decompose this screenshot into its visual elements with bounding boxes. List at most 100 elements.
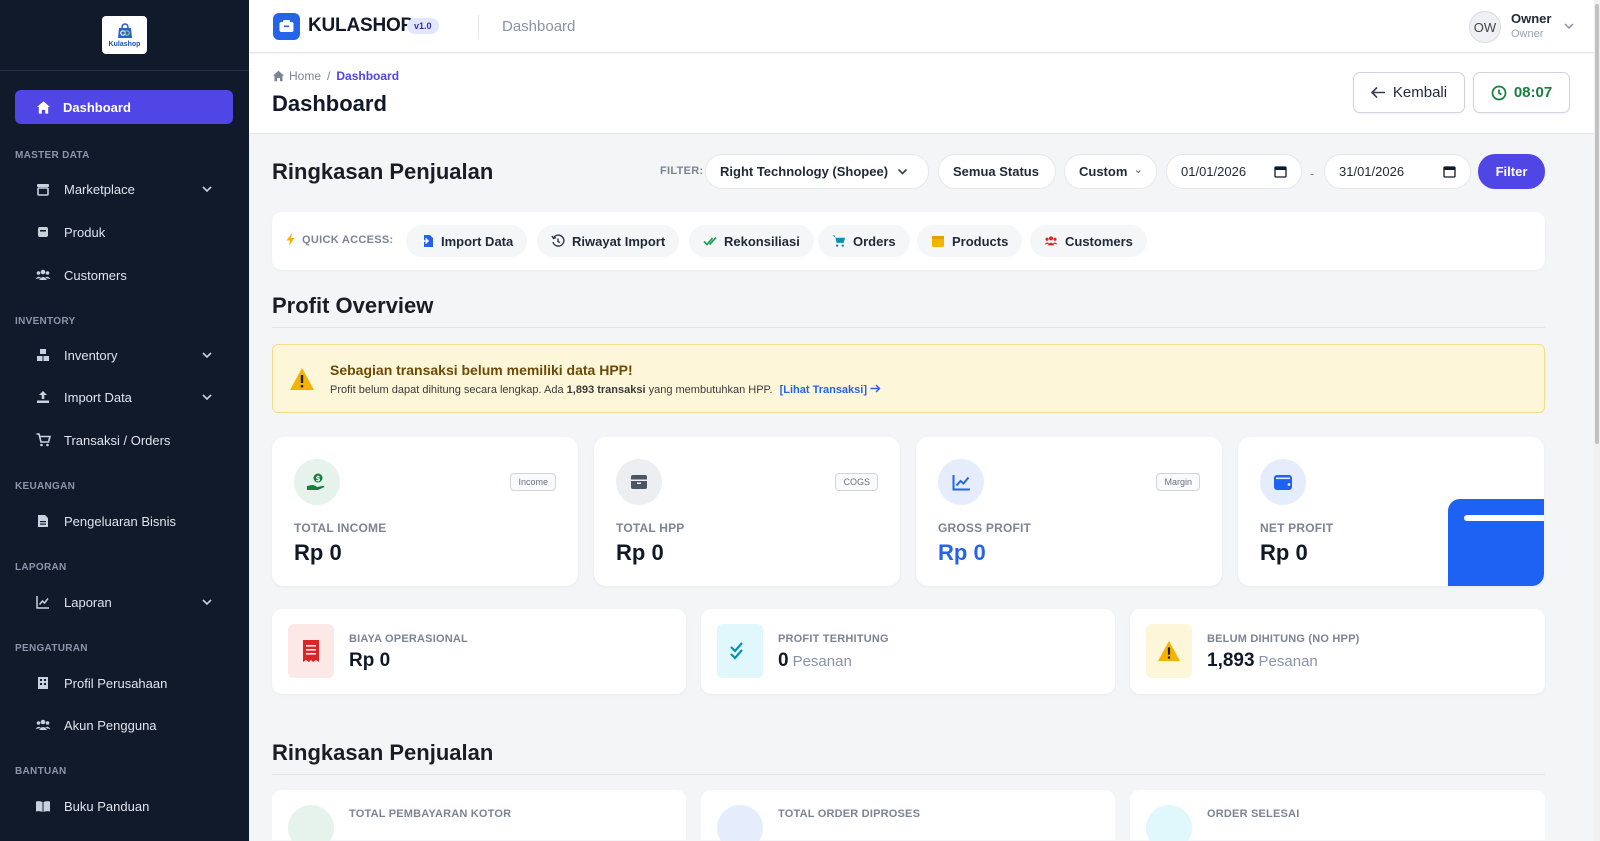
sidebar-item-laporan[interactable]: Laporan	[35, 590, 215, 614]
stat-number: 0	[778, 650, 789, 671]
wallet-icon	[1260, 459, 1306, 505]
section-inventory: INVENTORY	[15, 316, 76, 327]
stat-unit: Pesanan	[792, 653, 852, 670]
invoice-icon	[35, 513, 51, 529]
current-page-label: Dashboard	[502, 18, 576, 35]
building-icon	[35, 675, 51, 691]
store-icon	[35, 181, 51, 197]
user-name[interactable]: Owner	[1511, 11, 1551, 26]
quick-customers[interactable]: Customers	[1030, 225, 1147, 257]
boxes-icon	[35, 347, 51, 363]
status-select[interactable]: Semua Status	[938, 154, 1056, 189]
brand-name[interactable]: KULASHOP	[308, 15, 413, 37]
quick-orders[interactable]: Orders	[818, 225, 910, 257]
check-double-icon	[717, 624, 763, 678]
users-icon	[1044, 236, 1058, 246]
home-icon	[272, 70, 285, 82]
filter-label: FILTER:	[660, 165, 704, 177]
filter-button[interactable]: Filter	[1478, 154, 1545, 189]
bolt-icon	[286, 233, 295, 246]
breadcrumb-current: Dashboard	[336, 69, 400, 83]
sidebar-item-profil[interactable]: Profil Perusahaan	[35, 671, 215, 695]
card-label: TOTAL HPP	[616, 521, 685, 535]
clock-button[interactable]: 08:07	[1473, 72, 1570, 113]
divider	[272, 327, 1545, 328]
period-select-value: Custom	[1079, 164, 1128, 179]
sidebar-item-inventory[interactable]: Inventory	[35, 343, 215, 367]
arrow-left-icon	[1370, 86, 1385, 99]
user-role: Owner	[1511, 28, 1544, 40]
sidebar-item-pengeluaran[interactable]: Pengeluaran Bisnis	[35, 509, 215, 533]
sidebar-item-label: Buku Panduan	[64, 798, 150, 814]
sidebar-item-label: Akun Pengguna	[64, 717, 157, 733]
total-income-card: $ Income TOTAL INCOME Rp 0	[272, 437, 578, 586]
sidebar-item-akun[interactable]: Akun Pengguna	[35, 713, 215, 737]
box-icon	[616, 459, 662, 505]
quick-access-label-text: QUICK ACCESS:	[302, 233, 394, 246]
profit-terhitung-stat: PROFIT TERHITUNG 0 Pesanan	[701, 609, 1115, 694]
calendar-icon[interactable]	[1274, 165, 1287, 178]
breadcrumb: Home / Dashboard	[272, 69, 399, 83]
date-from-input[interactable]: 01/01/2026	[1166, 154, 1302, 189]
income-tag: Income	[510, 473, 556, 491]
sidebar-item-label: Customers	[64, 267, 127, 283]
sidebar-item-label: Transaksi / Orders	[64, 432, 171, 448]
lihat-transaksi-link[interactable]: [Lihat Transaksi]	[780, 384, 881, 396]
warning-triangle-icon	[1146, 624, 1192, 678]
section-master-data: MASTER DATA	[15, 150, 90, 161]
stat-label: BIAYA OPERASIONAL	[349, 633, 468, 645]
sidebar-item-marketplace[interactable]: Marketplace	[35, 177, 215, 201]
brand-icon[interactable]	[273, 13, 300, 40]
divider	[478, 15, 479, 39]
hand-dollar-icon: $	[294, 459, 340, 505]
users-icon	[35, 267, 51, 283]
chevron-down-icon[interactable]	[199, 347, 215, 363]
sidebar-item-transaksi[interactable]: Transaksi / Orders	[35, 428, 215, 452]
money-icon	[288, 805, 334, 841]
main-content: Ringkasan Penjualan FILTER: Right Techno…	[249, 135, 1600, 841]
sidebar-logo[interactable]: Kulashop	[0, 0, 249, 71]
quick-riwayat-import[interactable]: Riwayat Import	[537, 225, 680, 257]
section-pengaturan: PENGATURAN	[15, 643, 88, 654]
quick-rekonsiliasi[interactable]: Rekonsiliasi	[689, 225, 814, 257]
biaya-operasional-stat: BIAYA OPERASIONAL Rp 0	[272, 609, 686, 694]
period-select[interactable]: Custom	[1064, 154, 1157, 189]
chevron-down-icon[interactable]	[199, 181, 215, 197]
logo-text: Kulashop	[108, 41, 141, 48]
chevron-down-icon[interactable]	[199, 389, 215, 405]
sidebar-item-produk[interactable]: Produk	[35, 220, 215, 244]
warning-text: Profit belum dapat dihitung secara lengk…	[330, 384, 881, 396]
stat-label: TOTAL ORDER DIPROSES	[778, 808, 921, 820]
chevron-down-icon[interactable]	[1562, 19, 1576, 33]
scrollbar-thumb[interactable]	[1595, 4, 1599, 444]
avatar[interactable]: OW	[1469, 11, 1501, 43]
net-profit-card: NET PROFIT Rp 0	[1238, 437, 1544, 586]
page-header: Home / Dashboard Dashboard Kembali 08:07	[249, 54, 1600, 134]
upload-icon	[35, 389, 51, 405]
version-badge: v1.0	[407, 18, 439, 34]
stat-number: 1,893	[1207, 650, 1255, 671]
date-to-input[interactable]: 31/01/2026	[1324, 154, 1471, 189]
card-value: Rp 0	[294, 540, 342, 565]
belum-dihitung-stat: BELUM DIHITUNG (NO HPP) 1,893 Pesanan	[1130, 609, 1545, 694]
quick-import-data[interactable]: Import Data	[406, 225, 528, 257]
page-scrollbar[interactable]	[1594, 0, 1600, 841]
sidebar-item-dashboard[interactable]: Dashboard	[15, 90, 233, 124]
back-button[interactable]: Kembali	[1353, 72, 1465, 113]
quick-item-label: Import Data	[441, 233, 514, 249]
store-select[interactable]: Right Technology (Shopee)	[705, 154, 929, 189]
breadcrumb-home[interactable]: Home	[272, 69, 321, 83]
sidebar-item-label: Produk	[64, 224, 106, 240]
quick-products[interactable]: Products	[917, 225, 1023, 257]
sidebar-item-import-data[interactable]: Import Data	[35, 385, 215, 409]
quick-access-label: QUICK ACCESS:	[286, 233, 394, 246]
section-bantuan: BANTUAN	[15, 766, 67, 777]
clock-time: 08:07	[1513, 84, 1553, 101]
total-hpp-card: COGS TOTAL HPP Rp 0	[594, 437, 900, 586]
calendar-icon[interactable]	[1443, 165, 1456, 178]
quick-item-label: Riwayat Import	[572, 233, 666, 249]
chevron-down-icon[interactable]	[199, 594, 215, 610]
sidebar-item-panduan[interactable]: Buku Panduan	[35, 794, 215, 818]
sidebar-item-customers[interactable]: Customers	[35, 263, 215, 287]
cart-icon	[35, 432, 51, 448]
